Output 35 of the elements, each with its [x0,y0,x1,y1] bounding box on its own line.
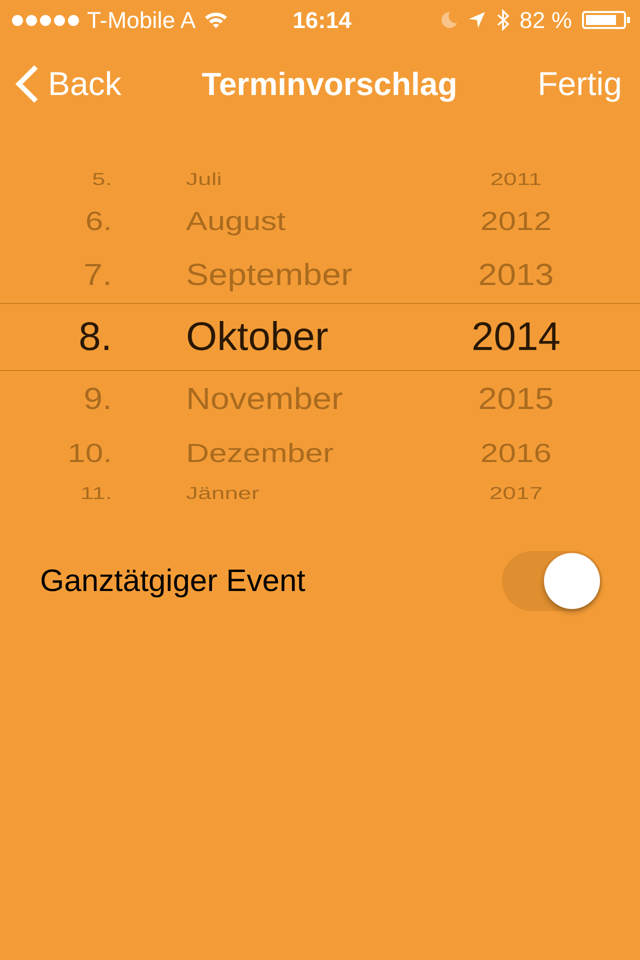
signal-icon [12,14,79,26]
day-option[interactable]: 9. [84,381,112,417]
moon-icon [440,11,458,29]
month-option[interactable]: Jänner [186,484,260,504]
month-option[interactable]: Oktober [186,314,328,360]
toggle-switch[interactable] [502,551,602,611]
day-option[interactable]: 11. [80,484,112,504]
done-button[interactable]: Fertig [538,65,622,103]
day-option[interactable]: 7. [84,257,112,293]
day-option[interactable]: 10. [68,438,112,468]
month-option[interactable]: Juli [186,170,222,190]
year-option[interactable]: 2012 [480,206,552,236]
battery-percent: 82 % [520,6,572,34]
all-day-label: Ganztätgiger Event [40,563,306,599]
day-option[interactable]: 5. [92,170,112,190]
month-option[interactable]: November [186,381,343,417]
day-option[interactable]: 6. [85,206,112,236]
year-option[interactable]: 2013 [478,257,554,293]
year-option[interactable]: 2016 [480,438,552,468]
month-option[interactable]: Dezember [186,438,334,468]
carrier-name: T-Mobile A [87,6,196,34]
month-option[interactable]: September [186,257,352,293]
location-arrow-icon [468,11,486,29]
year-option[interactable]: 2015 [478,381,554,417]
month-option[interactable]: August [186,206,286,236]
back-chevron-icon [14,64,40,104]
year-option[interactable]: 2014 [472,314,560,360]
year-option[interactable]: 2011 [490,170,542,190]
day-option[interactable]: 8. [78,314,112,360]
bluetooth-icon [496,9,510,31]
screen-title: Terminvorschlag [202,66,458,102]
year-option[interactable]: 2017 [489,484,543,504]
back-button[interactable]: Back [14,64,122,104]
clock-time: 16:14 [292,6,352,34]
wifi-icon [204,11,228,29]
